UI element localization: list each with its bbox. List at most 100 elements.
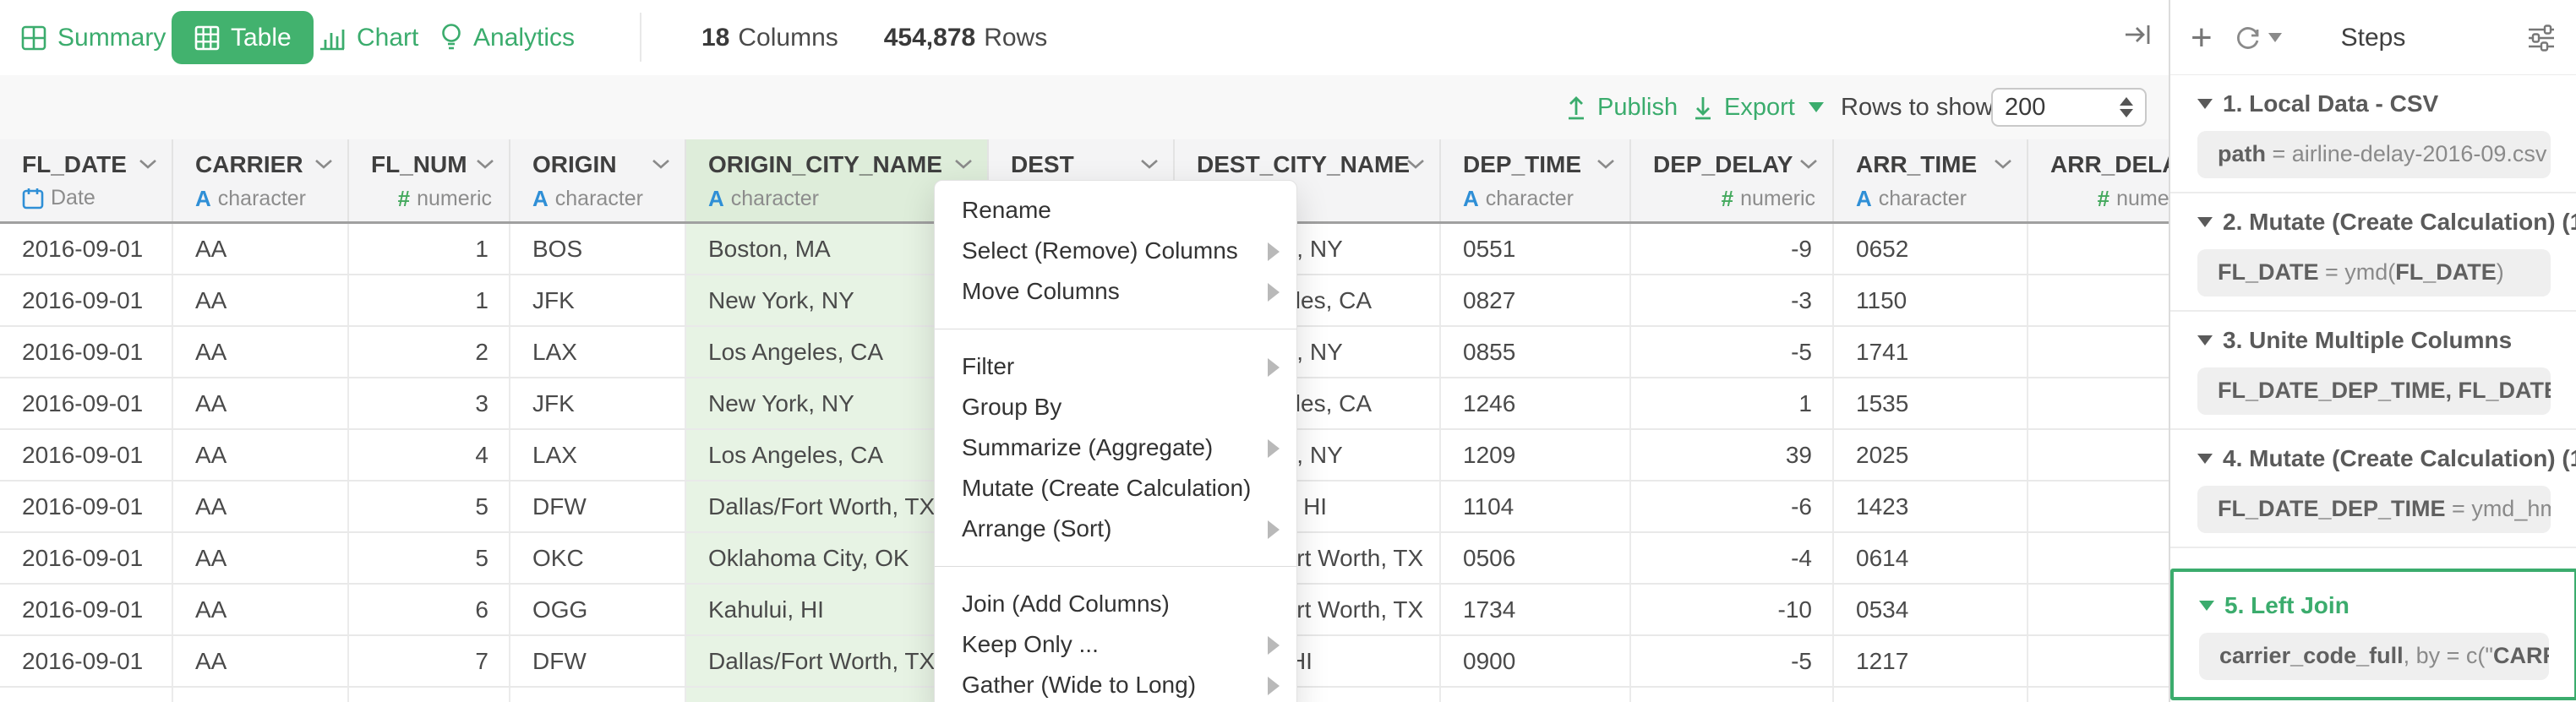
cell-dep-delay[interactable]: -5 xyxy=(1631,327,1834,377)
chevron-down-icon[interactable] xyxy=(314,158,334,170)
cell-dep-time[interactable]: 1209 xyxy=(1441,430,1631,480)
chevron-down-icon[interactable] xyxy=(1798,158,1819,170)
tab-summary[interactable]: Summary xyxy=(20,0,166,75)
cell-origin[interactable]: OKC xyxy=(510,533,686,583)
column-header-arr-delay[interactable]: ARR_DELAY # numeric xyxy=(2028,139,2169,221)
cell-arr-time[interactable]: 1150 xyxy=(1834,275,2028,325)
cell-arr-time[interactable]: 2025 xyxy=(1834,430,2028,480)
cell-dep-time[interactable]: 0827 xyxy=(1441,275,1631,325)
step-collapse-caret-icon[interactable] xyxy=(2199,601,2214,611)
step-detail-pill[interactable]: FL_DATE = ymd(FL_DATE) xyxy=(2197,249,2551,297)
cell-arr-delay[interactable] xyxy=(2028,430,2169,480)
cell-arr-delay[interactable] xyxy=(2028,636,2169,686)
cell-dep-delay[interactable]: 39 xyxy=(1631,430,1834,480)
cell-origin[interactable]: OGG xyxy=(510,585,686,634)
cell-arr-time[interactable]: 1741 xyxy=(1834,327,2028,377)
export-button[interactable]: Export xyxy=(1692,75,1824,139)
tab-analytics[interactable]: Analytics xyxy=(439,0,575,75)
spinner-icon[interactable] xyxy=(2120,97,2133,117)
tab-table-active[interactable]: Table xyxy=(172,11,314,64)
step-collapse-caret-icon[interactable] xyxy=(2197,99,2213,109)
menu-item-join[interactable]: Join (Add Columns) xyxy=(935,584,1296,624)
cell-arr-time[interactable]: 0614 xyxy=(1834,533,2028,583)
cell-carrier[interactable]: AA xyxy=(173,688,349,702)
menu-item-gather[interactable]: Gather (Wide to Long) xyxy=(935,665,1296,702)
cell-arr-time[interactable]: 0528 xyxy=(1834,688,2028,702)
step-collapse-caret-icon[interactable] xyxy=(2197,217,2213,227)
cell-carrier[interactable]: AA xyxy=(173,378,349,428)
cell-arr-delay[interactable] xyxy=(2028,275,2169,325)
chevron-down-icon[interactable] xyxy=(138,158,158,170)
cell-arr-time[interactable]: 1423 xyxy=(1834,482,2028,531)
step-collapse-caret-icon[interactable] xyxy=(2197,335,2213,346)
step-2-mutate[interactable]: 2. Mutate (Create Calculation) (1) FL_DA… xyxy=(2170,193,2576,312)
chevron-down-icon[interactable] xyxy=(1405,158,1426,170)
cell-origin[interactable]: LAX xyxy=(510,430,686,480)
cell-fl-date[interactable]: 2016-09-01 xyxy=(0,688,173,702)
cell-dep-time[interactable]: 0855 xyxy=(1441,327,1631,377)
cell-fl-date[interactable]: 2016-09-01 xyxy=(0,224,173,274)
cell-origin[interactable]: DFW xyxy=(510,636,686,686)
cell-fl-num[interactable]: 6 xyxy=(349,585,510,634)
cell-carrier[interactable]: AA xyxy=(173,482,349,531)
column-header-carrier[interactable]: CARRIER A character xyxy=(173,139,349,221)
cell-arr-delay[interactable] xyxy=(2028,688,2169,702)
step-1-local-data-csv[interactable]: 1. Local Data - CSV path = airline-delay… xyxy=(2170,75,2576,193)
cell-carrier[interactable]: AA xyxy=(173,224,349,274)
cell-dep-delay[interactable]: -6 xyxy=(1631,482,1834,531)
menu-item-arrange-sort[interactable]: Arrange (Sort) xyxy=(935,509,1296,549)
menu-item-keep-only[interactable]: Keep Only ... xyxy=(935,624,1296,665)
cell-dep-delay[interactable]: 7 xyxy=(1631,688,1834,702)
column-header-fl-date[interactable]: FL_DATE Date xyxy=(0,139,173,221)
column-header-origin[interactable]: ORIGIN A character xyxy=(510,139,686,221)
cell-arr-time[interactable]: 1535 xyxy=(1834,378,2028,428)
cell-fl-num[interactable]: 2 xyxy=(349,327,510,377)
step-3-unite-multiple-columns[interactable]: 3. Unite Multiple Columns FL_DATE_DEP_TI… xyxy=(2170,312,2576,430)
column-header-fl-num[interactable]: FL_NUM # numeric xyxy=(349,139,510,221)
cell-origin[interactable]: BOS xyxy=(510,224,686,274)
menu-item-mutate[interactable]: Mutate (Create Calculation) xyxy=(935,468,1296,509)
cell-dep-time[interactable]: 0551 xyxy=(1441,224,1631,274)
cell-carrier[interactable]: AA xyxy=(173,327,349,377)
cell-dep-delay[interactable]: -3 xyxy=(1631,275,1834,325)
cell-dep-time[interactable]: 1719 xyxy=(1441,688,1631,702)
cell-fl-num[interactable]: 5 xyxy=(349,482,510,531)
cell-carrier[interactable]: AA xyxy=(173,275,349,325)
tab-chart[interactable]: Chart xyxy=(318,0,418,75)
step-5-left-join-selected[interactable]: 5. Left Join carrier_code_full, by = c("… xyxy=(2170,569,2576,700)
chevron-down-icon[interactable] xyxy=(651,158,671,170)
rows-to-show-select[interactable]: 200 xyxy=(1991,88,2147,127)
chevron-down-icon[interactable] xyxy=(953,158,974,170)
chevron-down-icon[interactable] xyxy=(1139,158,1160,170)
step-detail-pill[interactable]: path = airline-delay-2016-09.csv xyxy=(2197,131,2551,178)
step-detail-pill[interactable]: FL_DATE_DEP_TIME = ymd_hm(F… xyxy=(2197,486,2551,533)
cell-fl-date[interactable]: 2016-09-01 xyxy=(0,636,173,686)
cell-dep-time[interactable]: 1734 xyxy=(1441,585,1631,634)
cell-fl-date[interactable]: 2016-09-01 xyxy=(0,327,173,377)
cell-arr-time[interactable]: 0534 xyxy=(1834,585,2028,634)
menu-item-summarize[interactable]: Summarize (Aggregate) xyxy=(935,427,1296,468)
cell-dep-time[interactable]: 0900 xyxy=(1441,636,1631,686)
cell-dep-delay[interactable]: -10 xyxy=(1631,585,1834,634)
cell-carrier[interactable]: AA xyxy=(173,533,349,583)
chevron-down-icon[interactable] xyxy=(1596,158,1616,170)
cell-dep-delay[interactable]: -4 xyxy=(1631,533,1834,583)
cell-fl-num[interactable]: 7 xyxy=(349,636,510,686)
cell-fl-num[interactable]: 8 xyxy=(349,688,510,702)
menu-item-move-columns[interactable]: Move Columns xyxy=(935,271,1296,312)
cell-origin[interactable]: LAX xyxy=(510,327,686,377)
chevron-down-icon[interactable] xyxy=(1993,158,2013,170)
cell-fl-num[interactable]: 1 xyxy=(349,275,510,325)
column-header-dep-delay[interactable]: DEP_DELAY # numeric xyxy=(1631,139,1834,221)
step-4-mutate[interactable]: 4. Mutate (Create Calculation) (1) FL_DA… xyxy=(2170,430,2576,548)
cell-fl-num[interactable]: 3 xyxy=(349,378,510,428)
menu-item-rename[interactable]: Rename xyxy=(935,190,1296,231)
cell-dep-time[interactable]: 1104 xyxy=(1441,482,1631,531)
chevron-down-icon[interactable] xyxy=(475,158,495,170)
cell-carrier[interactable]: AA xyxy=(173,430,349,480)
cell-fl-date[interactable]: 2016-09-01 xyxy=(0,585,173,634)
cell-fl-date[interactable]: 2016-09-01 xyxy=(0,378,173,428)
cell-arr-delay[interactable] xyxy=(2028,585,2169,634)
cell-carrier[interactable]: AA xyxy=(173,585,349,634)
cell-fl-num[interactable]: 5 xyxy=(349,533,510,583)
